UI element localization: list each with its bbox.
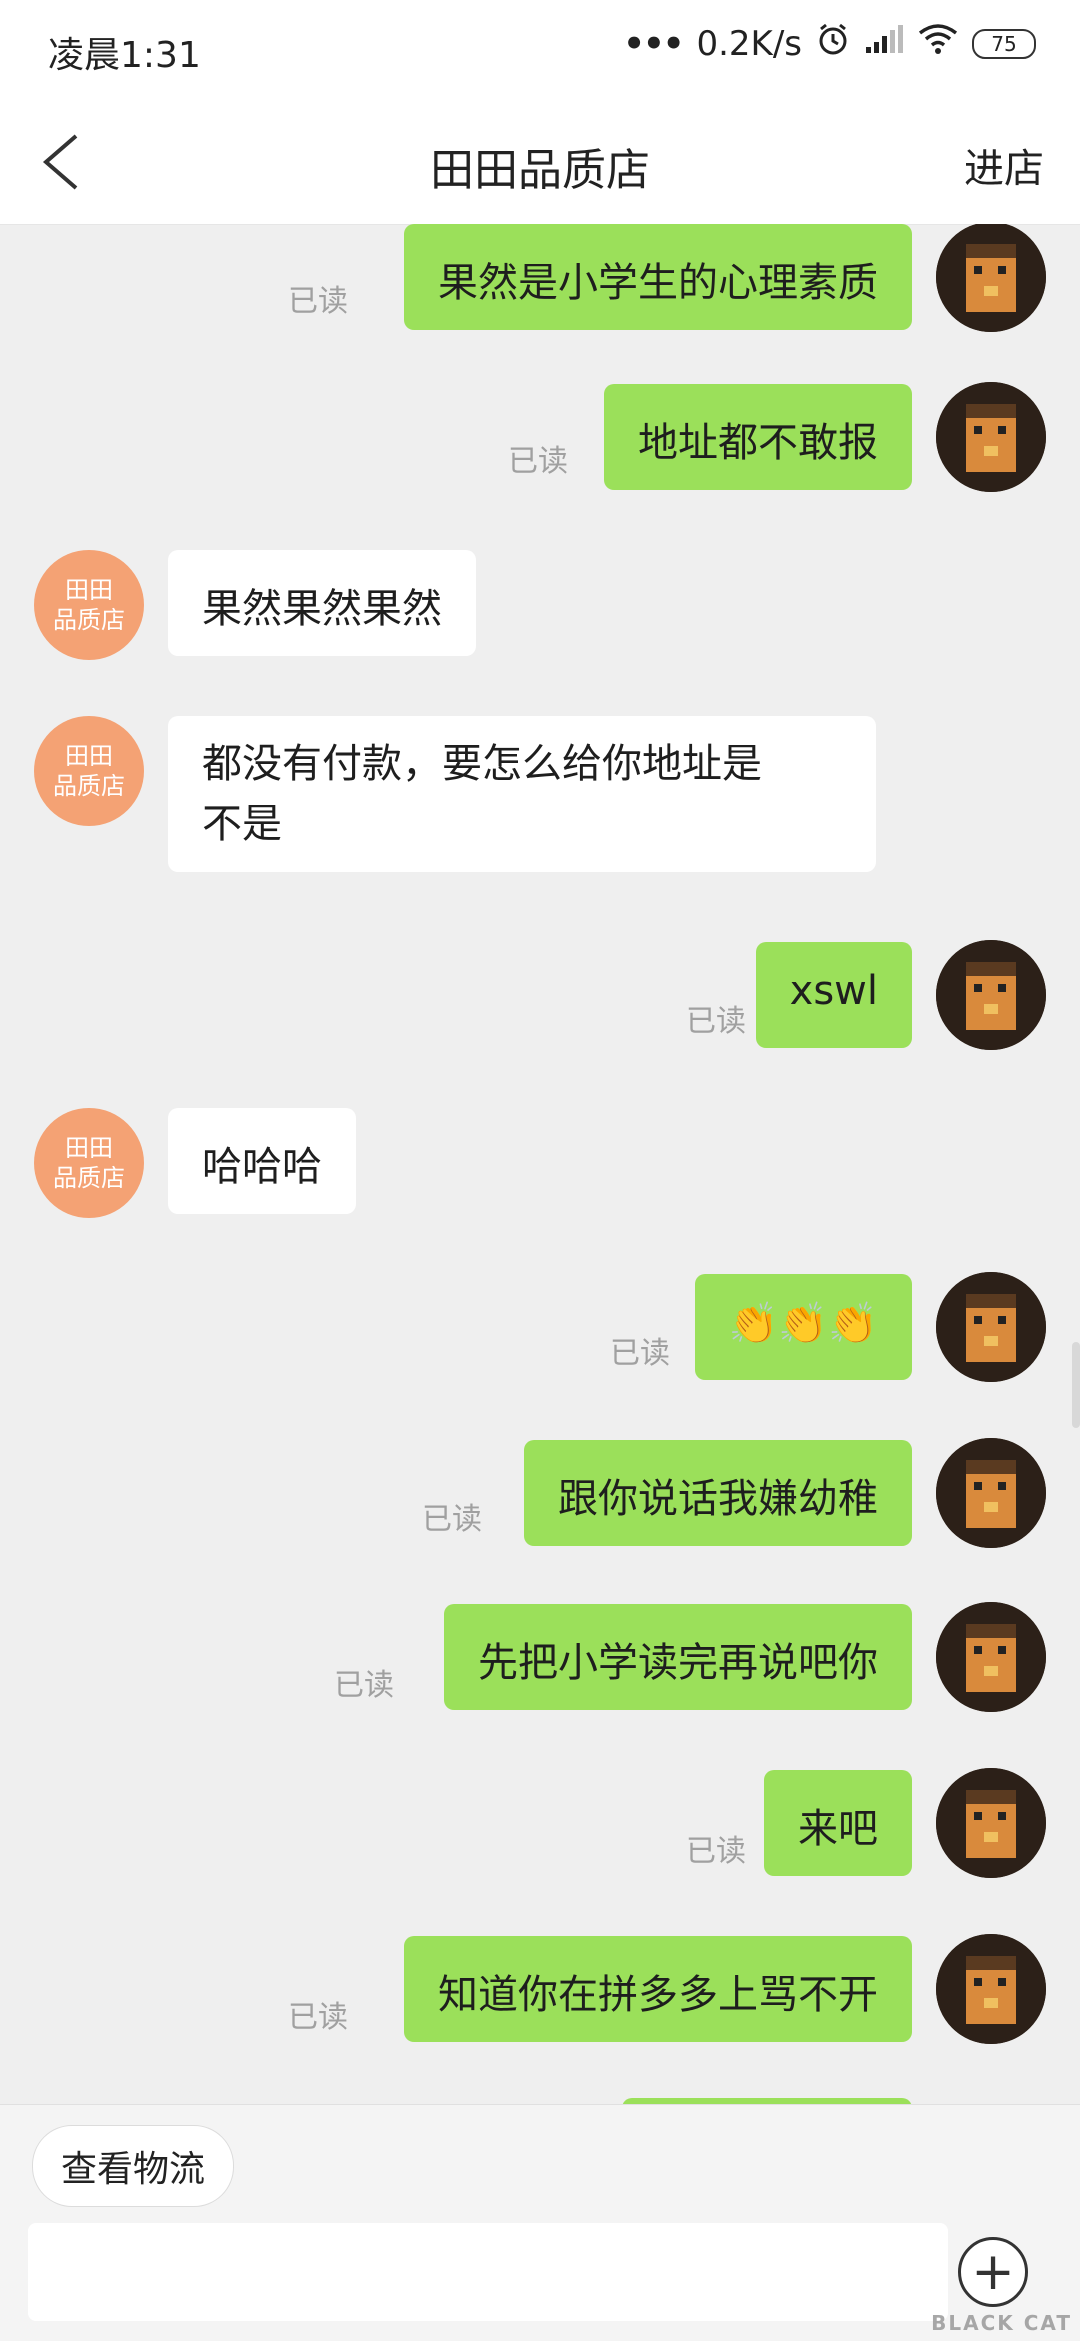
message-row: 已读 xswl [0,940,1080,1062]
read-status: 已读 [334,1668,394,1703]
avatar-label: 田田 [65,576,113,604]
read-status: 已读 [288,284,348,319]
watermark-logo: BLACK CAT [931,2311,1072,2335]
wifi-icon [918,23,958,64]
avatar-label: 田田 [65,1134,113,1162]
message-row: 已读 来吧 [0,1768,1080,1890]
network-speed: 0.2K/s [696,23,802,64]
message-bubble[interactable]: 来吧 [764,1770,912,1876]
message-row: 已读 知道你在拼多多上骂不开 [0,1934,1080,2056]
avatar-label: 品质店 [53,772,125,800]
avatar-label: 品质店 [53,1164,125,1192]
message-bubble[interactable]: 👏👏👏 [694,1274,912,1380]
read-status: 已读 [686,1834,746,1869]
message-bubble[interactable]: 地址都不敢报 [604,384,912,490]
message-bubble[interactable]: xswl [755,942,912,1048]
message-bubble[interactable]: 哈哈哈 [168,1108,356,1214]
read-status: 已读 [686,1004,746,1039]
avatar-label: 品质店 [53,606,125,634]
view-logistics-button[interactable]: 查看物流 [32,2125,235,2207]
read-status: 已读 [508,444,568,479]
message-row: 已读 先把小学读完再说吧你 [0,1602,1080,1724]
message-bubble[interactable]: 先把小学读完再说吧你 [444,1604,912,1710]
status-time: 凌晨1:31 [48,35,201,76]
message-bubble[interactable]: 都没有付款，要怎么给你地址是 不是 [168,716,876,872]
message-bubble[interactable]: 果然果然果然 [168,550,476,656]
message-row: 田田 品质店 哈哈哈 [0,1108,1080,1228]
user-avatar[interactable] [936,1934,1046,2044]
plus-icon[interactable]: + [958,2237,1028,2307]
message-text: 都没有付款，要怎么给你地址是 [202,741,762,787]
user-avatar[interactable] [936,1438,1046,1548]
message-text: 不是 [202,801,282,847]
read-status: 已读 [610,1336,670,1371]
battery-icon: 75 [972,28,1036,59]
user-avatar[interactable] [936,1272,1046,1382]
message-bubble[interactable]: 果然是小学生的心理素质 [404,224,912,330]
more-dots-icon: ••• [623,23,684,64]
chat-list[interactable]: 已读 果然是小学生的心理素质 已读 地址都不敢报 田田 品质店 果然果然果然 田… [0,224,1080,2104]
page-title: 田田品质店 [430,145,650,196]
read-status: 已读 [422,1502,482,1537]
user-avatar[interactable] [936,224,1046,332]
message-bubble[interactable]: 跟你说话我嫌幼稚 [524,1440,912,1546]
shop-avatar[interactable]: 田田 品质店 [34,550,144,660]
message-bubble[interactable]: 知道你在拼多多上骂不开 [404,1936,912,2042]
status-icons: ••• 0.2K/s 75 [623,22,1036,65]
message-input[interactable] [28,2223,948,2321]
shop-avatar[interactable]: 田田 品质店 [34,1108,144,1218]
message-row: 田田 品质店 果然果然果然 [0,550,1080,670]
user-avatar[interactable] [936,1768,1046,1878]
message-row: 已读 👏👏👏 [0,1272,1080,1394]
status-bar: 凌晨1:31 ••• 0.2K/s 75 [0,0,1080,98]
nav-bar: 田田品质店 进店 [0,98,1080,225]
avatar-label: 田田 [65,742,113,770]
signal-icon [864,24,904,64]
shop-avatar[interactable]: 田田 品质店 [34,716,144,826]
enter-store-button[interactable]: 进店 [964,136,1044,194]
message-row: 已读 果然是小学生的心理素质 [0,224,1080,340]
message-row: 已读 地址都不敢报 [0,382,1080,504]
message-row: 已读 跟你说话我嫌幼稚 [0,1438,1080,1560]
read-status: 已读 [288,2000,348,2035]
user-avatar[interactable] [936,940,1046,1050]
scrollbar[interactable] [1072,1342,1080,1428]
message-row: 田田 品质店 都没有付款，要怎么给你地址是 不是 [0,716,1080,876]
user-avatar[interactable] [936,382,1046,492]
bottom-bar: 查看物流 + BLACK CAT [0,2104,1080,2341]
alarm-icon [816,22,850,65]
user-avatar[interactable] [936,1602,1046,1712]
